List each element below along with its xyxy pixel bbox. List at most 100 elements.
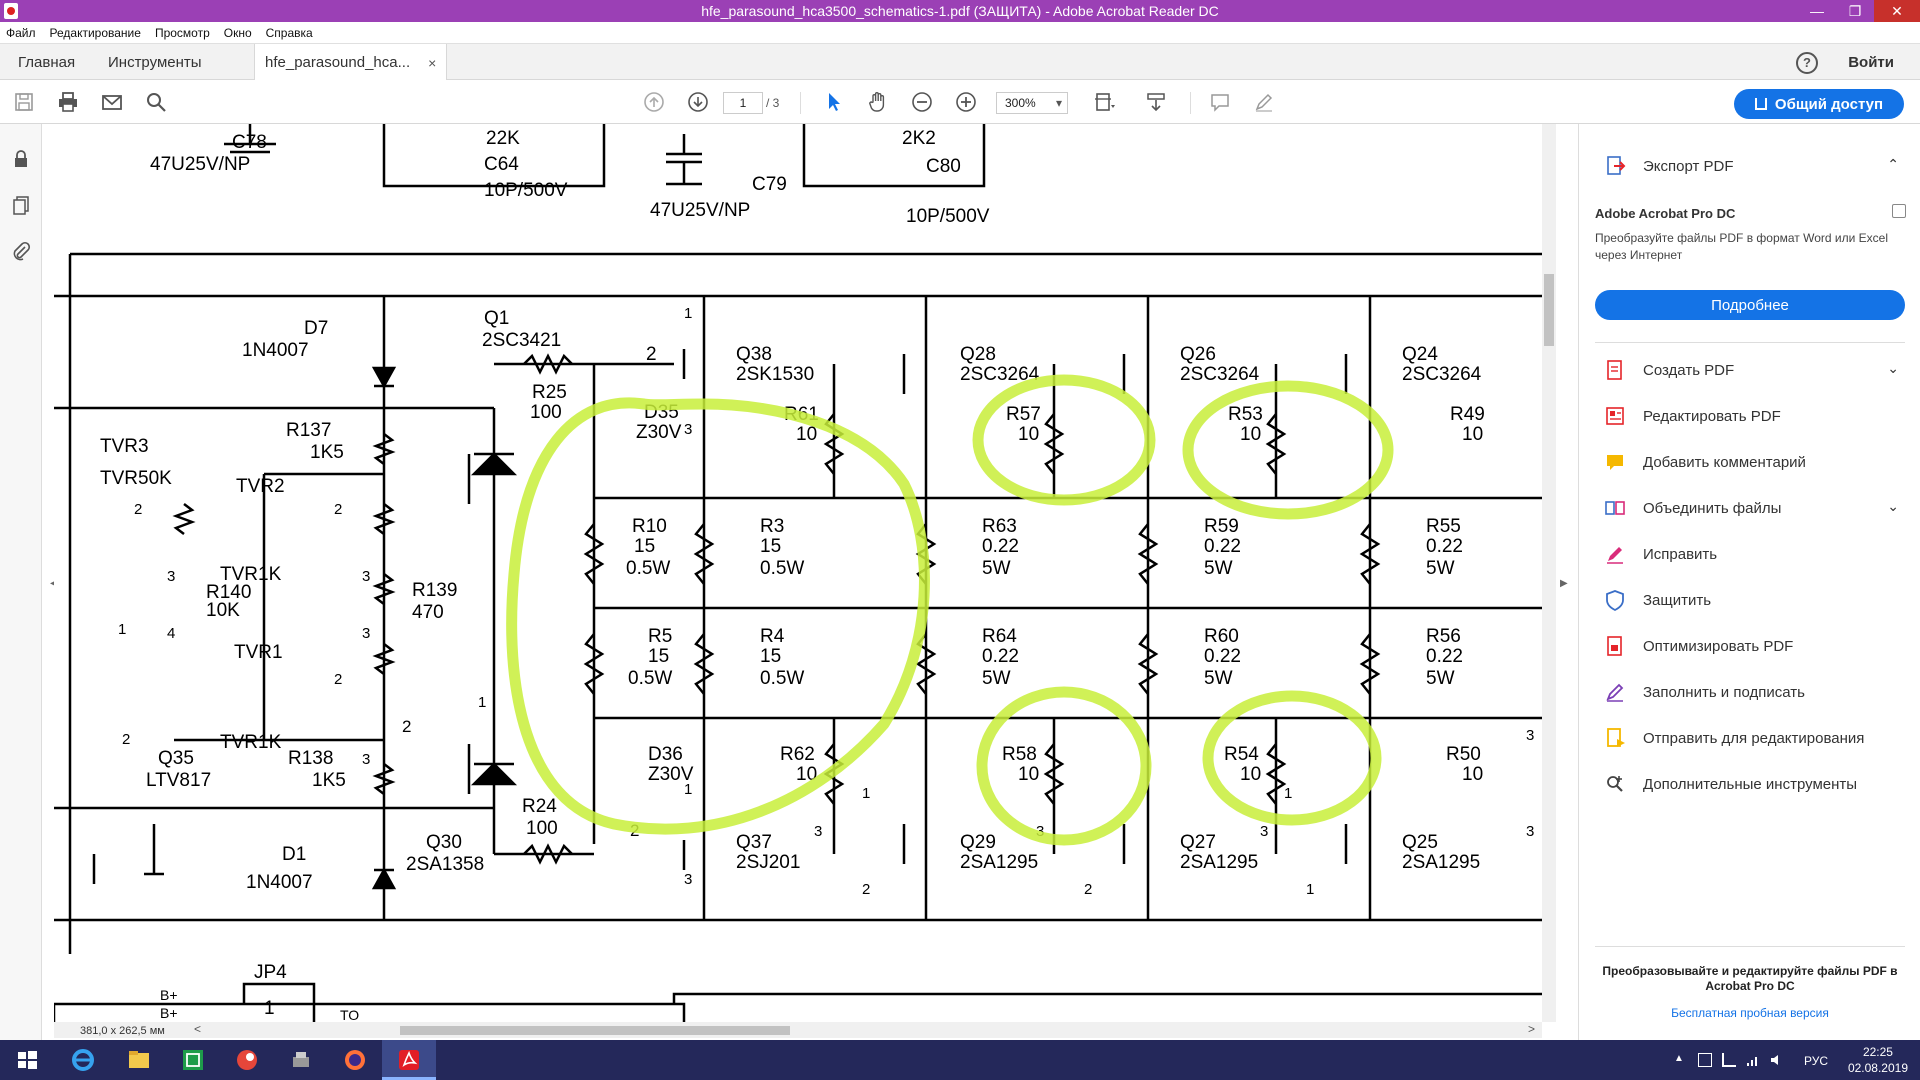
right-panel-toggle-icon[interactable]: ▶	[1560, 578, 1568, 589]
tab-home[interactable]: Главная	[18, 44, 75, 80]
menu-help[interactable]: Справка	[266, 26, 313, 40]
spreadsheet-app-icon[interactable]	[166, 1040, 220, 1080]
pin-number: 3	[167, 568, 175, 585]
network-signal-icon[interactable]	[1746, 1053, 1760, 1067]
keyboard-icon[interactable]	[1722, 1053, 1736, 1067]
vertical-scroll-thumb[interactable]	[1544, 274, 1554, 346]
select-cursor-icon[interactable]	[820, 88, 848, 116]
next-page-icon[interactable]	[684, 88, 712, 116]
tool-fill-sign[interactable]: Заполнить и подписать	[1579, 670, 1920, 714]
signin-button[interactable]: Войти	[1848, 54, 1894, 71]
ie-browser-icon[interactable]	[56, 1040, 110, 1080]
tool-send-review[interactable]: Отправить для редактирования	[1579, 716, 1920, 760]
label-D7: D7	[304, 318, 328, 339]
scroll-left-icon[interactable]: <	[194, 1022, 201, 1036]
volume-icon[interactable]	[1770, 1053, 1784, 1067]
pages-panel-icon[interactable]	[10, 194, 32, 216]
label-R3-value: 15	[760, 536, 781, 557]
left-rail	[0, 124, 42, 1040]
free-trial-link[interactable]: Бесплатная пробная версия	[1595, 1006, 1905, 1020]
learn-more-button[interactable]: Подробнее	[1595, 290, 1905, 320]
search-icon[interactable]	[142, 88, 170, 116]
fill-sign-icon	[1603, 680, 1627, 704]
pin-number: 2	[402, 717, 411, 736]
tab-document[interactable]: hfe_parasound_hca... ×	[254, 44, 448, 81]
attachment-icon[interactable]	[10, 240, 32, 262]
minimize-button[interactable]: —	[1798, 0, 1836, 22]
tool-combine-files[interactable]: Объединить файлы ⌄	[1579, 486, 1920, 530]
pin-number: 1	[684, 305, 692, 322]
label-Bplus: B+	[160, 987, 178, 1003]
email-icon[interactable]	[98, 88, 126, 116]
hand-tool-icon[interactable]	[864, 88, 892, 116]
print-icon[interactable]	[54, 88, 82, 116]
label-TVR1-value: TVR1K	[220, 732, 282, 753]
media-app-icon[interactable]	[220, 1040, 274, 1080]
zoom-in-icon[interactable]	[952, 88, 980, 116]
label-R56-power: 5W	[1426, 668, 1455, 689]
label-Q26-value: 2SC3264	[1180, 364, 1260, 385]
chevron-down-icon[interactable]: ⌄	[1887, 360, 1899, 377]
export-pdf-row[interactable]: Экспорт PDF ⌃	[1579, 144, 1920, 188]
clock-time: 22:25	[1862, 1045, 1893, 1059]
pin-number: 4	[167, 625, 175, 642]
acrobat-taskbar-icon[interactable]	[382, 1040, 436, 1080]
prev-page-icon[interactable]	[640, 88, 668, 116]
tool-create-pdf[interactable]: Создать PDF ⌄	[1579, 348, 1920, 392]
tool-app-icon[interactable]	[274, 1040, 328, 1080]
vertical-scrollbar[interactable]	[1542, 124, 1556, 1022]
tool-add-comment[interactable]: Добавить комментарий	[1579, 440, 1920, 484]
menu-file[interactable]: Файл	[6, 26, 36, 40]
tab-tools[interactable]: Инструменты	[108, 44, 202, 80]
chevron-up-icon[interactable]: ⌃	[1887, 156, 1899, 173]
tool-protect[interactable]: Защитить	[1579, 578, 1920, 622]
menu-edit[interactable]: Редактирование	[50, 26, 141, 40]
label-Q30-value: 2SA1358	[406, 854, 484, 875]
comment-icon	[1603, 450, 1627, 474]
label-R5-power: 0.5W	[628, 668, 672, 689]
clock[interactable]: 22:25 02.08.2019	[1848, 1044, 1908, 1076]
horizontal-scroll-thumb[interactable]	[400, 1026, 790, 1035]
schematic-labels: C78 47U25V/NP 22K C64 10P/500V C79 47U25…	[100, 128, 1485, 1023]
label-R57: R57	[1006, 404, 1041, 425]
document-convert-icon[interactable]	[1892, 204, 1906, 218]
pin-number: 3	[1526, 727, 1534, 744]
chevron-down-icon[interactable]: ⌄	[1887, 498, 1899, 515]
battery-icon[interactable]	[1698, 1053, 1712, 1067]
tool-optimize-pdf[interactable]: Оптимизировать PDF	[1579, 624, 1920, 668]
zoom-out-icon[interactable]	[908, 88, 936, 116]
menu-view[interactable]: Просмотр	[155, 26, 210, 40]
scroll-mode-icon[interactable]	[1142, 88, 1170, 116]
acrobat-window: hfe_parasound_hca3500_schematics-1.pdf (…	[0, 0, 1920, 1080]
label-C80: C80	[926, 156, 961, 177]
label-R64-value: 0.22	[982, 646, 1019, 667]
document-view[interactable]: C78 47U25V/NP 22K C64 10P/500V C79 47U25…	[54, 124, 1542, 1040]
zoom-level-select[interactable]: 300%	[996, 92, 1068, 114]
tool-edit-pdf[interactable]: Редактировать PDF	[1579, 394, 1920, 438]
input-language[interactable]: РУС	[1804, 1054, 1828, 1068]
file-explorer-icon[interactable]	[112, 1040, 166, 1080]
firefox-icon[interactable]	[328, 1040, 382, 1080]
close-window-button[interactable]: ✕	[1874, 0, 1920, 22]
highlight-pen-icon[interactable]	[1250, 88, 1278, 116]
lock-icon[interactable]	[10, 148, 32, 170]
windows-start-icon[interactable]	[0, 1040, 54, 1080]
label-TVR3: TVR3	[100, 436, 149, 457]
page-fit-icon[interactable]	[1090, 88, 1118, 116]
scroll-right-icon[interactable]: >	[1528, 1022, 1535, 1036]
help-button[interactable]: ?	[1796, 52, 1818, 74]
comment-icon[interactable]	[1206, 88, 1234, 116]
menu-window[interactable]: Окно	[224, 26, 252, 40]
tool-more-tools[interactable]: Дополнительные инструменты	[1579, 762, 1920, 806]
horizontal-scrollbar[interactable]: < >	[54, 1022, 1542, 1038]
pin-number: 1	[1284, 785, 1292, 802]
page-number-input[interactable]: 1	[723, 92, 763, 114]
export-pdf-label: Экспорт PDF	[1643, 157, 1734, 175]
tray-overflow-icon[interactable]: ▲	[1674, 1053, 1688, 1067]
restore-button[interactable]: ❐	[1836, 0, 1874, 22]
share-button[interactable]: Общий доступ	[1734, 89, 1904, 119]
tool-fix[interactable]: Исправить	[1579, 532, 1920, 576]
label-D1-value: 1N4007	[246, 872, 313, 893]
tab-close-icon[interactable]: ×	[428, 55, 436, 71]
save-icon[interactable]	[10, 88, 38, 116]
